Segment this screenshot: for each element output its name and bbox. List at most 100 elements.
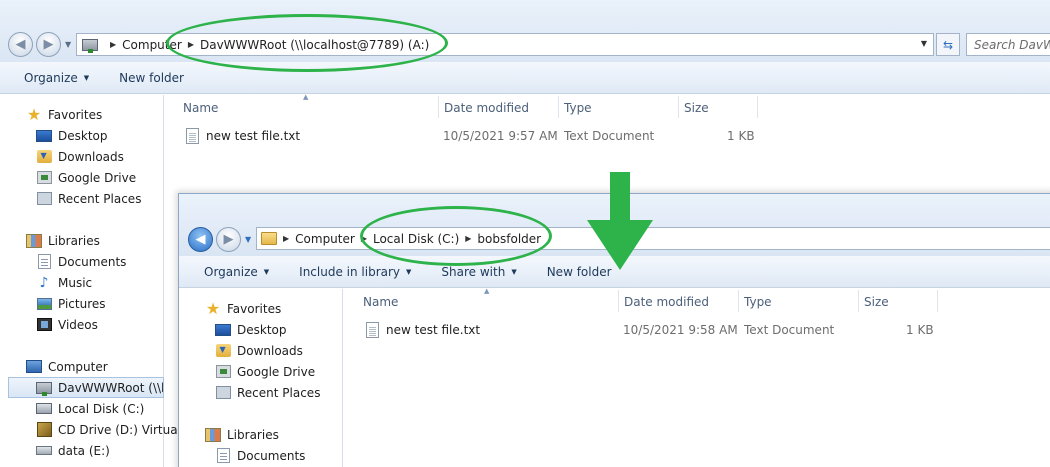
column-divider[interactable] bbox=[937, 290, 938, 312]
nav-label: data (E:) bbox=[58, 443, 110, 458]
nav-label: Favorites bbox=[48, 107, 103, 122]
recent-pages-dropdown[interactable]: ▼ bbox=[245, 235, 251, 244]
column-header-size[interactable]: Size bbox=[864, 290, 889, 314]
nav-data-drive[interactable]: data (E:) bbox=[36, 440, 110, 461]
nav-favorites[interactable]: ★ Favorites bbox=[26, 104, 102, 125]
nav-downloads[interactable]: Downloads bbox=[36, 146, 124, 167]
column-divider[interactable] bbox=[858, 290, 859, 312]
column-divider[interactable] bbox=[618, 290, 619, 312]
nav-google-drive[interactable]: Google Drive bbox=[36, 167, 136, 188]
documents-icon bbox=[216, 448, 230, 463]
organize-label: Organize bbox=[24, 70, 78, 85]
search-box[interactable]: Search DavWWWRoot (A:) bbox=[966, 33, 1050, 56]
nav-downloads[interactable]: Downloads bbox=[215, 340, 303, 361]
recent-places-icon bbox=[36, 192, 52, 205]
music-icon: ♪ bbox=[39, 274, 49, 291]
organize-button[interactable]: Organize ▼ bbox=[204, 265, 269, 279]
address-bar[interactable]: ▶ Computer ▶ DavWWWRoot (\\localhost@778… bbox=[76, 33, 934, 56]
organize-label: Organize bbox=[204, 264, 258, 279]
breadcrumb-arrow-icon: ▶ bbox=[283, 234, 290, 243]
arrow-right-icon: ▶ bbox=[223, 232, 234, 247]
column-header-date[interactable]: Date modified bbox=[624, 290, 709, 314]
nav-recent-places[interactable]: Recent Places bbox=[36, 188, 141, 209]
breadcrumb-arrow-icon: ▶ bbox=[110, 40, 117, 49]
nav-label: Libraries bbox=[227, 427, 279, 442]
back-button[interactable]: ◀ bbox=[8, 32, 33, 57]
text-file-icon bbox=[365, 322, 379, 338]
column-header-name[interactable]: Name bbox=[183, 96, 218, 120]
address-bar-area: ◀ ▶ ▼ ▶ Computer ▶ DavWWWRoot (\\localho… bbox=[0, 0, 1050, 62]
network-drive-icon bbox=[82, 38, 98, 53]
chevron-down-icon: ▼ bbox=[406, 267, 412, 276]
breadcrumb-arrow-icon: ▶ bbox=[360, 234, 367, 243]
back-button[interactable]: ◀ bbox=[188, 227, 213, 252]
libraries-icon bbox=[26, 233, 42, 248]
new-folder-button[interactable]: New folder bbox=[119, 71, 184, 85]
chevron-down-icon: ▼ bbox=[83, 73, 90, 82]
column-header-name[interactable]: Name bbox=[363, 290, 398, 314]
column-header-type[interactable]: Type bbox=[744, 290, 772, 314]
nav-computer[interactable]: Computer bbox=[26, 356, 108, 377]
nav-desktop[interactable]: Desktop bbox=[215, 319, 287, 340]
include-in-library-button[interactable]: Include in library ▼ bbox=[299, 265, 411, 279]
pictures-icon bbox=[36, 297, 52, 310]
include-label: Include in library bbox=[299, 264, 401, 279]
libraries-icon bbox=[205, 427, 221, 442]
address-dropdown-icon[interactable]: ▼ bbox=[921, 39, 927, 48]
nav-label: Downloads bbox=[58, 149, 124, 164]
documents-icon bbox=[37, 254, 51, 269]
nav-desktop[interactable]: Desktop bbox=[36, 125, 108, 146]
column-divider[interactable] bbox=[678, 96, 679, 118]
nav-videos[interactable]: Videos bbox=[36, 314, 98, 335]
column-divider[interactable] bbox=[757, 96, 758, 118]
breadcrumb-computer[interactable]: Computer bbox=[295, 232, 355, 246]
chevron-down-icon: ▼ bbox=[263, 267, 270, 276]
nav-pictures[interactable]: Pictures bbox=[36, 293, 106, 314]
nav-favorites[interactable]: ★ Favorites bbox=[205, 298, 281, 319]
star-icon: ★ bbox=[26, 104, 42, 124]
nav-label: Google Drive bbox=[58, 170, 137, 185]
breadcrumb-computer[interactable]: Computer bbox=[122, 38, 182, 52]
column-divider[interactable] bbox=[738, 290, 739, 312]
text-file-icon bbox=[185, 128, 199, 144]
nav-local-disk[interactable]: Local Disk (C:) bbox=[36, 398, 144, 419]
column-divider[interactable] bbox=[438, 96, 439, 118]
forward-button[interactable]: ▶ bbox=[36, 32, 61, 57]
command-bar: Organize ▼ New folder bbox=[0, 62, 1050, 94]
nav-recent-places[interactable]: Recent Places bbox=[215, 382, 320, 403]
nav-libraries[interactable]: Libraries bbox=[26, 230, 100, 251]
arrow-left-icon: ◀ bbox=[15, 37, 26, 52]
file-size: 1 KB bbox=[727, 129, 755, 143]
nav-label: Downloads bbox=[237, 343, 303, 358]
breadcrumb-bobsfolder[interactable]: bobsfolder bbox=[477, 232, 541, 246]
breadcrumb-davwwwroot[interactable]: DavWWWRoot (\\localhost@7789) (A:) bbox=[200, 38, 429, 52]
nav-google-drive[interactable]: Google Drive bbox=[215, 361, 315, 382]
navigation-pane: ★ Favorites Desktop Downloads Google Driv… bbox=[0, 95, 302, 467]
refresh-button[interactable]: ⇆ bbox=[936, 33, 960, 56]
share-with-button[interactable]: Share with ▼ bbox=[441, 265, 516, 279]
computer-icon bbox=[26, 360, 42, 373]
down-arrow-icon bbox=[587, 172, 653, 270]
file-date: 10/5/2021 9:57 AM bbox=[443, 129, 558, 143]
column-header-size[interactable]: Size bbox=[684, 96, 709, 120]
nav-documents[interactable]: Documents bbox=[215, 445, 305, 466]
nav-davwwwroot[interactable]: DavWWWRoot (\\localhost@7789) (A:) bbox=[8, 377, 164, 398]
nav-documents[interactable]: Documents bbox=[36, 251, 126, 272]
column-header-date[interactable]: Date modified bbox=[444, 96, 529, 120]
nav-label: Music bbox=[58, 275, 93, 290]
nav-libraries[interactable]: Libraries bbox=[205, 424, 279, 445]
forward-button[interactable]: ▶ bbox=[216, 227, 241, 252]
videos-icon bbox=[36, 318, 52, 331]
nav-label: Documents bbox=[237, 448, 306, 463]
share-label: Share with bbox=[441, 264, 506, 279]
nav-label: DavWWWRoot (\\localhost@7789) (A:) bbox=[58, 380, 164, 395]
network-drive-icon bbox=[36, 381, 52, 396]
organize-button[interactable]: Organize ▼ bbox=[24, 71, 89, 85]
column-header-type[interactable]: Type bbox=[564, 96, 592, 120]
nav-music[interactable]: ♪ Music bbox=[36, 272, 93, 293]
nav-label: Local Disk (C:) bbox=[58, 401, 145, 416]
breadcrumb-local-disk[interactable]: Local Disk (C:) bbox=[373, 232, 459, 246]
file-name: new test file.txt bbox=[206, 129, 301, 143]
column-divider[interactable] bbox=[558, 96, 559, 118]
recent-pages-dropdown[interactable]: ▼ bbox=[65, 40, 71, 49]
